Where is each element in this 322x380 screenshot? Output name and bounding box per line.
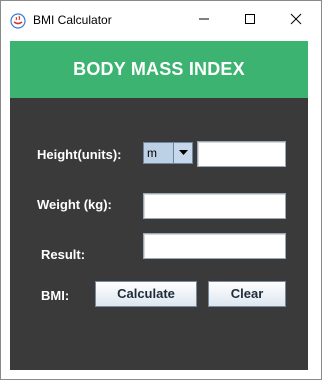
close-icon bbox=[290, 12, 302, 30]
java-coffee-icon bbox=[10, 13, 26, 29]
chevron-down-icon[interactable] bbox=[173, 143, 192, 163]
maximize-button[interactable] bbox=[227, 1, 273, 41]
height-label: Height(units): bbox=[37, 147, 122, 162]
result-field[interactable] bbox=[143, 233, 286, 259]
calculate-button[interactable]: Calculate bbox=[95, 281, 197, 307]
unit-select-value: m bbox=[147, 146, 157, 160]
header-title: BODY MASS INDEX bbox=[73, 59, 245, 79]
title-bar[interactable]: BMI Calculator bbox=[1, 1, 321, 41]
result-label: Result: bbox=[41, 247, 86, 262]
unit-select[interactable]: m bbox=[143, 142, 193, 164]
weight-label: Weight (kg): bbox=[37, 197, 112, 212]
header-banner: BODY MASS INDEX bbox=[10, 41, 308, 98]
bmi-label: BMI: bbox=[41, 288, 70, 303]
height-input[interactable] bbox=[197, 141, 286, 167]
maximize-icon bbox=[244, 12, 256, 30]
clear-button[interactable]: Clear bbox=[208, 281, 286, 307]
window-title: BMI Calculator bbox=[33, 13, 112, 27]
minimize-button[interactable] bbox=[181, 1, 227, 41]
bmi-window: BMI Calculator BODY MASS INDEX Height(un… bbox=[0, 0, 322, 380]
close-button[interactable] bbox=[273, 1, 319, 41]
minimize-icon bbox=[198, 12, 210, 30]
weight-input[interactable] bbox=[143, 193, 286, 219]
form-panel: Height(units): m Weight (kg): Result: BM… bbox=[10, 98, 308, 370]
